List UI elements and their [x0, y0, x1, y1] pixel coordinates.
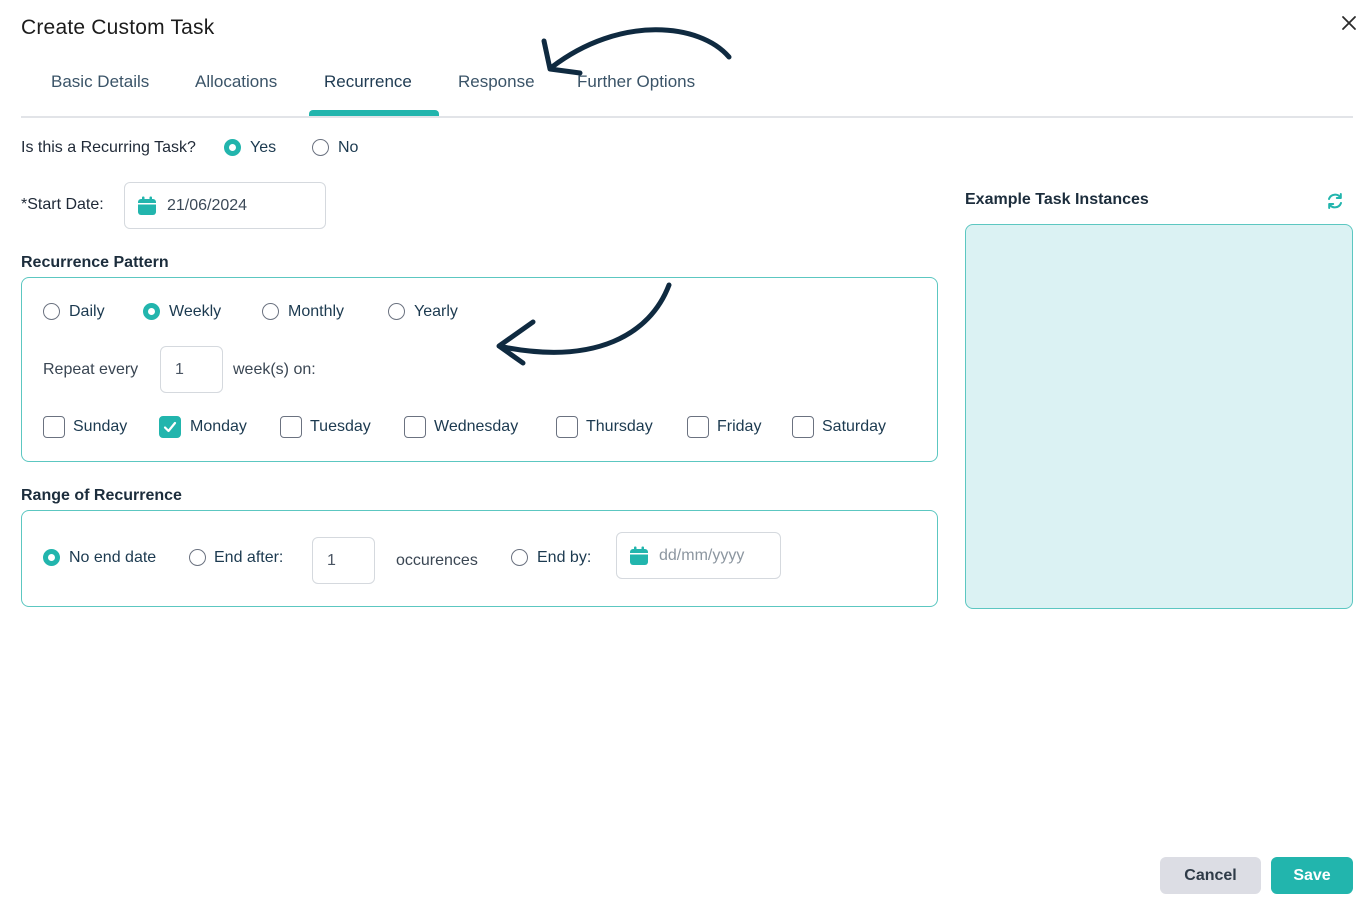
tab-basic-details[interactable]: Basic Details: [51, 72, 149, 92]
tab-recurrence[interactable]: Recurrence: [324, 72, 412, 92]
preview-heading: Example Task Instances: [965, 191, 1149, 208]
repeat-every-label: Repeat every: [43, 361, 139, 378]
pattern-daily-label[interactable]: Daily: [69, 303, 105, 321]
pattern-monthly-radio[interactable]: [262, 303, 279, 320]
end-by-placeholder: dd/mm/yyyy: [659, 546, 745, 564]
refresh-icon[interactable]: [1325, 191, 1345, 211]
start-date-input[interactable]: 21/06/2024: [124, 182, 326, 229]
recurrence-pattern-heading: Recurrence Pattern: [21, 254, 169, 271]
tab-further-options[interactable]: Further Options: [577, 72, 695, 92]
end-after-input[interactable]: 1: [312, 537, 375, 584]
pattern-monthly-label[interactable]: Monthly: [288, 303, 344, 321]
cancel-button[interactable]: Cancel: [1160, 857, 1261, 894]
pattern-yearly-label[interactable]: Yearly: [414, 303, 458, 321]
recurring-question: Is this a Recurring Task?: [21, 139, 196, 156]
checkmark-icon: [163, 421, 177, 433]
recurring-yes-label[interactable]: Yes: [250, 139, 276, 157]
recurring-no-radio[interactable]: [312, 139, 329, 156]
pattern-daily-radio[interactable]: [43, 303, 60, 320]
range-end-by-label[interactable]: End by:: [537, 549, 591, 567]
day-tuesday-checkbox[interactable]: [280, 416, 302, 438]
calendar-icon: [630, 546, 648, 565]
day-wednesday-checkbox[interactable]: [404, 416, 426, 438]
day-sunday-label[interactable]: Sunday: [73, 418, 127, 436]
range-no-end-radio[interactable]: [43, 549, 60, 566]
range-no-end-label[interactable]: No end date: [69, 549, 156, 567]
recurring-yes-radio[interactable]: [224, 139, 241, 156]
occurrences-label: occurences: [396, 552, 478, 569]
save-button[interactable]: Save: [1271, 857, 1353, 894]
tab-response[interactable]: Response: [458, 72, 535, 92]
day-monday-label[interactable]: Monday: [190, 418, 247, 436]
close-icon[interactable]: [1340, 14, 1358, 32]
day-saturday-label[interactable]: Saturday: [822, 418, 886, 436]
range-end-after-radio[interactable]: [189, 549, 206, 566]
day-tuesday-label[interactable]: Tuesday: [310, 418, 371, 436]
day-sunday-checkbox[interactable]: [43, 416, 65, 438]
pattern-weekly-radio[interactable]: [143, 303, 160, 320]
dialog-title: Create Custom Task: [21, 16, 215, 39]
tab-allocations[interactable]: Allocations: [195, 72, 277, 92]
range-end-after-label[interactable]: End after:: [214, 549, 283, 567]
pattern-yearly-radio[interactable]: [388, 303, 405, 320]
calendar-icon: [138, 196, 156, 215]
repeat-suffix-label: week(s) on:: [233, 361, 316, 378]
day-friday-label[interactable]: Friday: [717, 418, 761, 436]
recurring-no-label[interactable]: No: [338, 139, 358, 157]
day-saturday-checkbox[interactable]: [792, 416, 814, 438]
range-end-by-radio[interactable]: [511, 549, 528, 566]
example-instances-panel: [965, 224, 1353, 609]
day-thursday-checkbox[interactable]: [556, 416, 578, 438]
day-friday-checkbox[interactable]: [687, 416, 709, 438]
range-heading: Range of Recurrence: [21, 487, 182, 504]
pattern-weekly-label[interactable]: Weekly: [169, 303, 221, 321]
day-thursday-label[interactable]: Thursday: [586, 418, 653, 436]
active-tab-indicator: [309, 110, 439, 116]
tab-bar: Basic Details Allocations Recurrence Res…: [21, 60, 1353, 118]
repeat-every-input[interactable]: 1: [160, 346, 223, 393]
end-by-date-input[interactable]: dd/mm/yyyy: [616, 532, 781, 579]
start-date-value: 21/06/2024: [167, 196, 248, 214]
start-date-label: *Start Date:: [21, 196, 104, 213]
range-panel: [21, 510, 938, 607]
day-monday-checkbox[interactable]: [159, 416, 181, 438]
day-wednesday-label[interactable]: Wednesday: [434, 418, 518, 436]
